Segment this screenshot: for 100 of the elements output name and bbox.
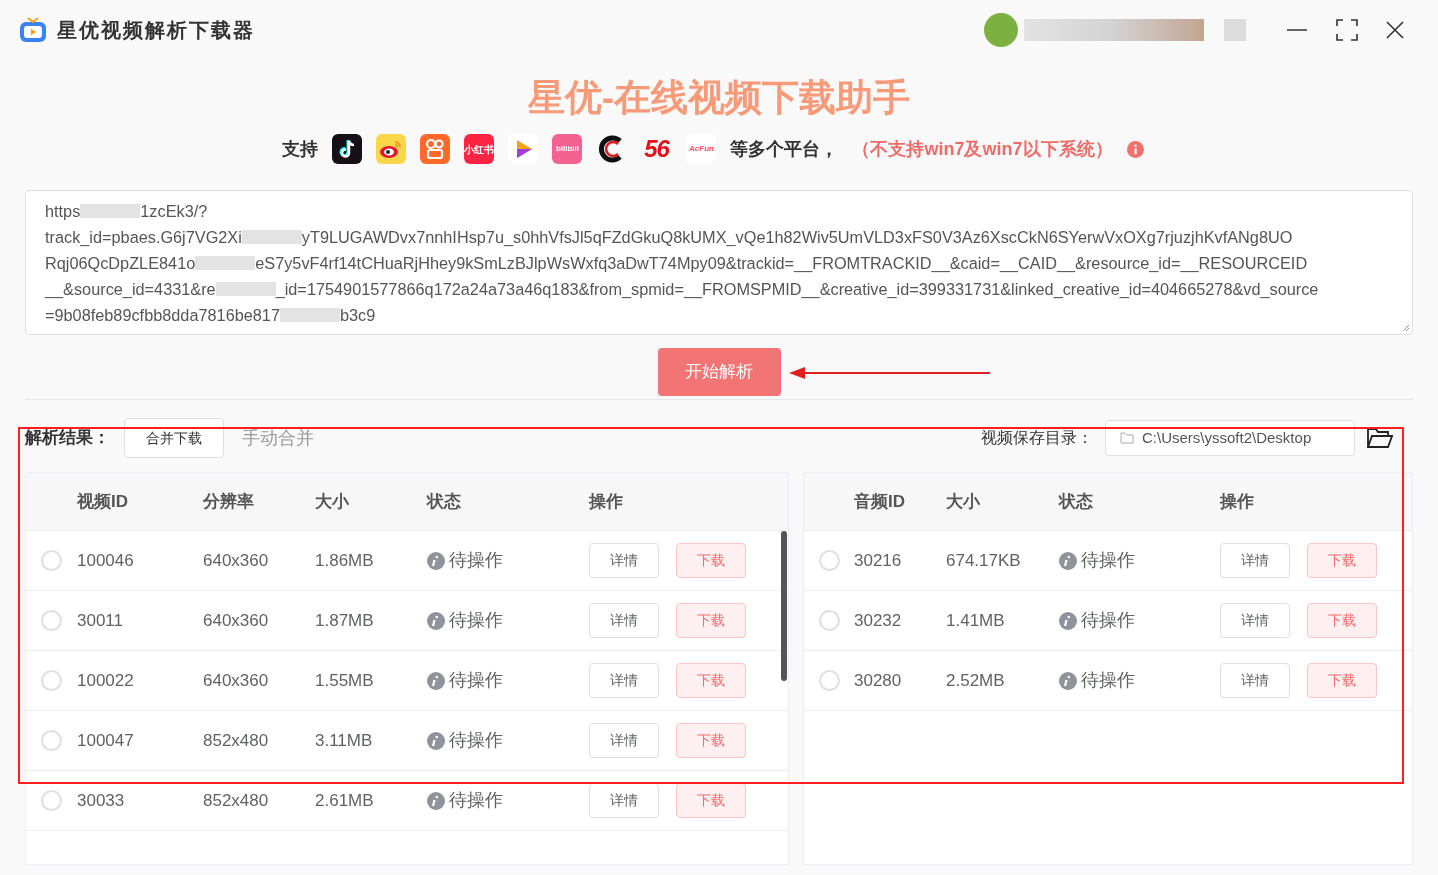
table-cell-text: 30232 [854, 609, 902, 632]
app-logo: 56 [643, 134, 671, 164]
app-title: 星优视频解析下载器 [57, 18, 255, 43]
url-text: b3c9 [339, 305, 376, 326]
status-text: 待操作 [1081, 669, 1135, 692]
url-text: Rqj06QcDpZLE841o [45, 253, 196, 274]
info-icon[interactable] [1126, 140, 1144, 158]
camera-icon [420, 134, 451, 164]
column-header: 状态 [427, 490, 461, 513]
table-cell-text: 2.52MB [946, 669, 1005, 692]
status-text: 待操作 [449, 789, 503, 812]
table-cell-text: 1.86MB [315, 549, 374, 572]
details-button[interactable]: 详情 [589, 663, 659, 698]
radio-button[interactable] [41, 550, 62, 571]
status-text: 待操作 [449, 609, 503, 632]
info-icon [427, 671, 445, 690]
table-cell-text: 1.87MB [315, 609, 374, 632]
merge-download-button[interactable]: 合并下载 [124, 418, 224, 458]
support-text: 等多个平台， [730, 137, 839, 161]
info-icon [1059, 551, 1077, 570]
table-cell-text: 30033 [77, 789, 125, 812]
details-button[interactable]: 详情 [589, 783, 659, 818]
details-button[interactable]: 详情 [1220, 603, 1290, 638]
save-dir-label: 视频保存目录： [981, 428, 1093, 448]
radio-button[interactable] [41, 790, 62, 811]
results-label: 解析结果： [25, 427, 110, 450]
table-cell-text: 1.41MB [946, 609, 1005, 632]
info-icon [427, 551, 445, 570]
tv-logo-icon [18, 15, 48, 45]
radio-button[interactable] [41, 730, 62, 751]
warning-text: （不支持win7及win7以下系统） [852, 137, 1113, 161]
radio-button[interactable] [41, 610, 62, 631]
status-text: 待操作 [449, 729, 503, 752]
status-text: 待操作 [449, 549, 503, 572]
headline: 星优-在线视频下载助手 [527, 76, 911, 120]
status-text: 待操作 [449, 669, 503, 692]
column-header: 状态 [1059, 490, 1093, 513]
url-text: __&source_id=4331&re [45, 279, 216, 300]
details-button[interactable]: 详情 [1220, 543, 1290, 578]
table-cell-text: 30280 [854, 669, 902, 692]
resize-handle-icon[interactable] [1401, 323, 1410, 332]
url-text: =9b08feb89cfbb8dda7816be817 [45, 305, 280, 326]
maximize-icon[interactable] [1336, 19, 1358, 41]
table-cell-text: 640x360 [203, 549, 269, 572]
app-logo: bilibili [552, 134, 583, 164]
eye-icon [376, 134, 407, 164]
details-button[interactable]: 详情 [1220, 663, 1290, 698]
user-avatar[interactable] [984, 13, 1018, 47]
table-cell-text: 100022 [77, 669, 134, 692]
folder-icon [1120, 432, 1134, 444]
column-header: 大小 [315, 490, 349, 513]
radio-button[interactable] [818, 670, 840, 691]
radio-button[interactable] [818, 610, 840, 631]
url-text: yT9LUGAWDvx7nnhIHsp7u_s0hhVfsJl5qFZdGkuQ8kUMX_vQe1h82Wiv5UmVLD3xFS0V3Az6XscCkN6SYerwVxOXg7rjuzjhKvfANg8UO [301, 227, 1293, 248]
save-dir-path: C:\Users\yssoft2\Desktop [1142, 427, 1312, 448]
radio-button[interactable] [41, 670, 62, 691]
status-text: 待操作 [1081, 609, 1135, 632]
blurred-badge [1224, 19, 1246, 41]
app-logo: 小红书 [464, 134, 495, 164]
blurred-text [195, 256, 256, 270]
blurred-text [80, 204, 141, 218]
music-note-icon [332, 134, 363, 164]
table-cell-text: 640x360 [203, 609, 269, 632]
table-cell-text: 100047 [77, 729, 134, 752]
details-button[interactable]: 详情 [589, 723, 659, 758]
column-header: 视频ID [77, 490, 128, 513]
table-cell-text: 3.11MB [315, 729, 373, 752]
close-icon[interactable] [1386, 21, 1404, 39]
info-icon [427, 791, 445, 810]
column-header: 操作 [1220, 490, 1254, 513]
url-text: _id=1754901577866q172a24a73a46q183&from_spmid=__FROMSPMID__&creative_id=399331731&linked_creative_id=404665278&vd_source [275, 279, 1319, 301]
column-header: 操作 [589, 490, 623, 513]
scrollbar[interactable] [781, 531, 787, 681]
url-field[interactable] [25, 190, 1413, 335]
info-icon [1059, 611, 1077, 630]
info-icon [427, 731, 445, 750]
table-cell-text: 852x480 [203, 789, 269, 812]
details-button[interactable]: 详情 [589, 603, 659, 638]
table-cell-text: 30216 [854, 549, 902, 572]
table-cell-text: 852x480 [203, 729, 269, 752]
table-cell-text: 1.55MB [315, 669, 374, 692]
radio-button[interactable] [818, 550, 840, 571]
column-header: 音频ID [854, 490, 905, 513]
url-text: track_id=pbaes.G6j7VG2Xi [45, 227, 242, 248]
column-header: 分辨率 [203, 490, 254, 513]
app-logo: AcFun [686, 134, 717, 164]
column-header: 大小 [946, 490, 980, 513]
table-cell-text: 674.17KB [946, 549, 1021, 572]
url-text: 1zcEk3/? [140, 201, 208, 222]
blurred-text [279, 308, 340, 322]
details-button[interactable]: 详情 [589, 543, 659, 578]
blurred-text [241, 230, 302, 244]
table-cell-text: 30011 [77, 609, 123, 632]
status-text: 待操作 [1081, 549, 1135, 572]
save-dir-field[interactable]: C:\Users\yssoft2\Desktop [1105, 420, 1355, 456]
info-icon [1059, 671, 1077, 690]
url-text: eS7y5vF4rf14tCHuaRjHhey9kSmLzBJlpWsWxfq3aDwT74Mpy09&trackid=__FROMTRACKID__&caid=__CAID__&resource_id=__RESOURCEID [255, 253, 1308, 275]
table-cell-text: 100046 [77, 549, 134, 572]
url-text: https [45, 201, 81, 222]
open-folder-icon[interactable] [1367, 427, 1393, 449]
